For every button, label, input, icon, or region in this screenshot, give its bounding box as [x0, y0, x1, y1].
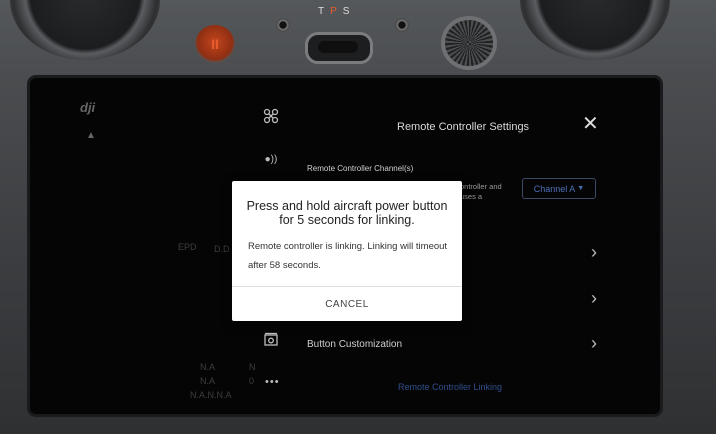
channel-select-value: Channel A — [533, 183, 576, 194]
chevron-down-icon: ▼ — [577, 185, 585, 192]
mode-label-s: S — [342, 6, 356, 17]
mode-label-t: T — [318, 6, 331, 17]
right-control-stick[interactable] — [520, 0, 670, 60]
five-dimension-dial[interactable] — [445, 20, 493, 66]
faint-readout: N.A.N.N.A — [190, 390, 232, 400]
signal-icon[interactable]: ●)) — [261, 154, 281, 165]
channel-select[interactable]: Channel A ▼ — [522, 178, 596, 199]
rc-linking-button[interactable]: Remote Controller Linking — [398, 382, 502, 392]
camera-icon[interactable] — [261, 332, 281, 351]
bell-icon: ▲ — [86, 130, 96, 141]
remote-controller-body: II TPS dji ▲ EPD D.D N.A N.A N.A.N.N.A N… — [0, 0, 716, 434]
more-icon[interactable]: ••• — [265, 376, 280, 388]
drone-icon[interactable] — [261, 108, 281, 127]
dialog-title: Press and hold aircraft power button for… — [246, 199, 448, 227]
dji-logo: dji — [80, 100, 96, 115]
faint-readout: 0 — [249, 376, 255, 386]
linking-dialog: Press and hold aircraft power button for… — [232, 181, 462, 321]
left-control-stick[interactable] — [10, 0, 160, 60]
chevron-right-icon[interactable]: › — [591, 288, 597, 309]
close-icon[interactable]: ✕ — [582, 114, 599, 134]
flight-mode-switch[interactable] — [305, 32, 373, 64]
channel-section-label: Remote Controller Channel(s) — [307, 164, 414, 173]
chevron-right-icon[interactable]: › — [591, 242, 597, 263]
settings-title: Remote Controller Settings — [397, 121, 530, 133]
screw-icon — [276, 18, 290, 32]
mode-label-p: P — [330, 6, 343, 17]
flight-mode-labels: TPS — [318, 6, 355, 17]
button-customization-item[interactable]: Button Customization — [307, 339, 402, 350]
switch-knob — [318, 41, 358, 53]
cancel-button[interactable]: CANCEL — [232, 287, 462, 321]
faint-readout: EPD — [178, 242, 197, 252]
pause-icon: II — [211, 36, 219, 52]
faint-readout: D.D — [214, 244, 230, 254]
dialog-message: Remote controller is linking. Linking wi… — [248, 241, 448, 271]
faint-readout: N.A — [200, 376, 216, 386]
screw-icon — [395, 18, 409, 32]
pause-button[interactable]: II — [195, 25, 235, 63]
faint-readout: N.A — [200, 362, 216, 372]
faint-readout: N — [249, 362, 256, 372]
chevron-right-icon[interactable]: › — [591, 333, 597, 354]
